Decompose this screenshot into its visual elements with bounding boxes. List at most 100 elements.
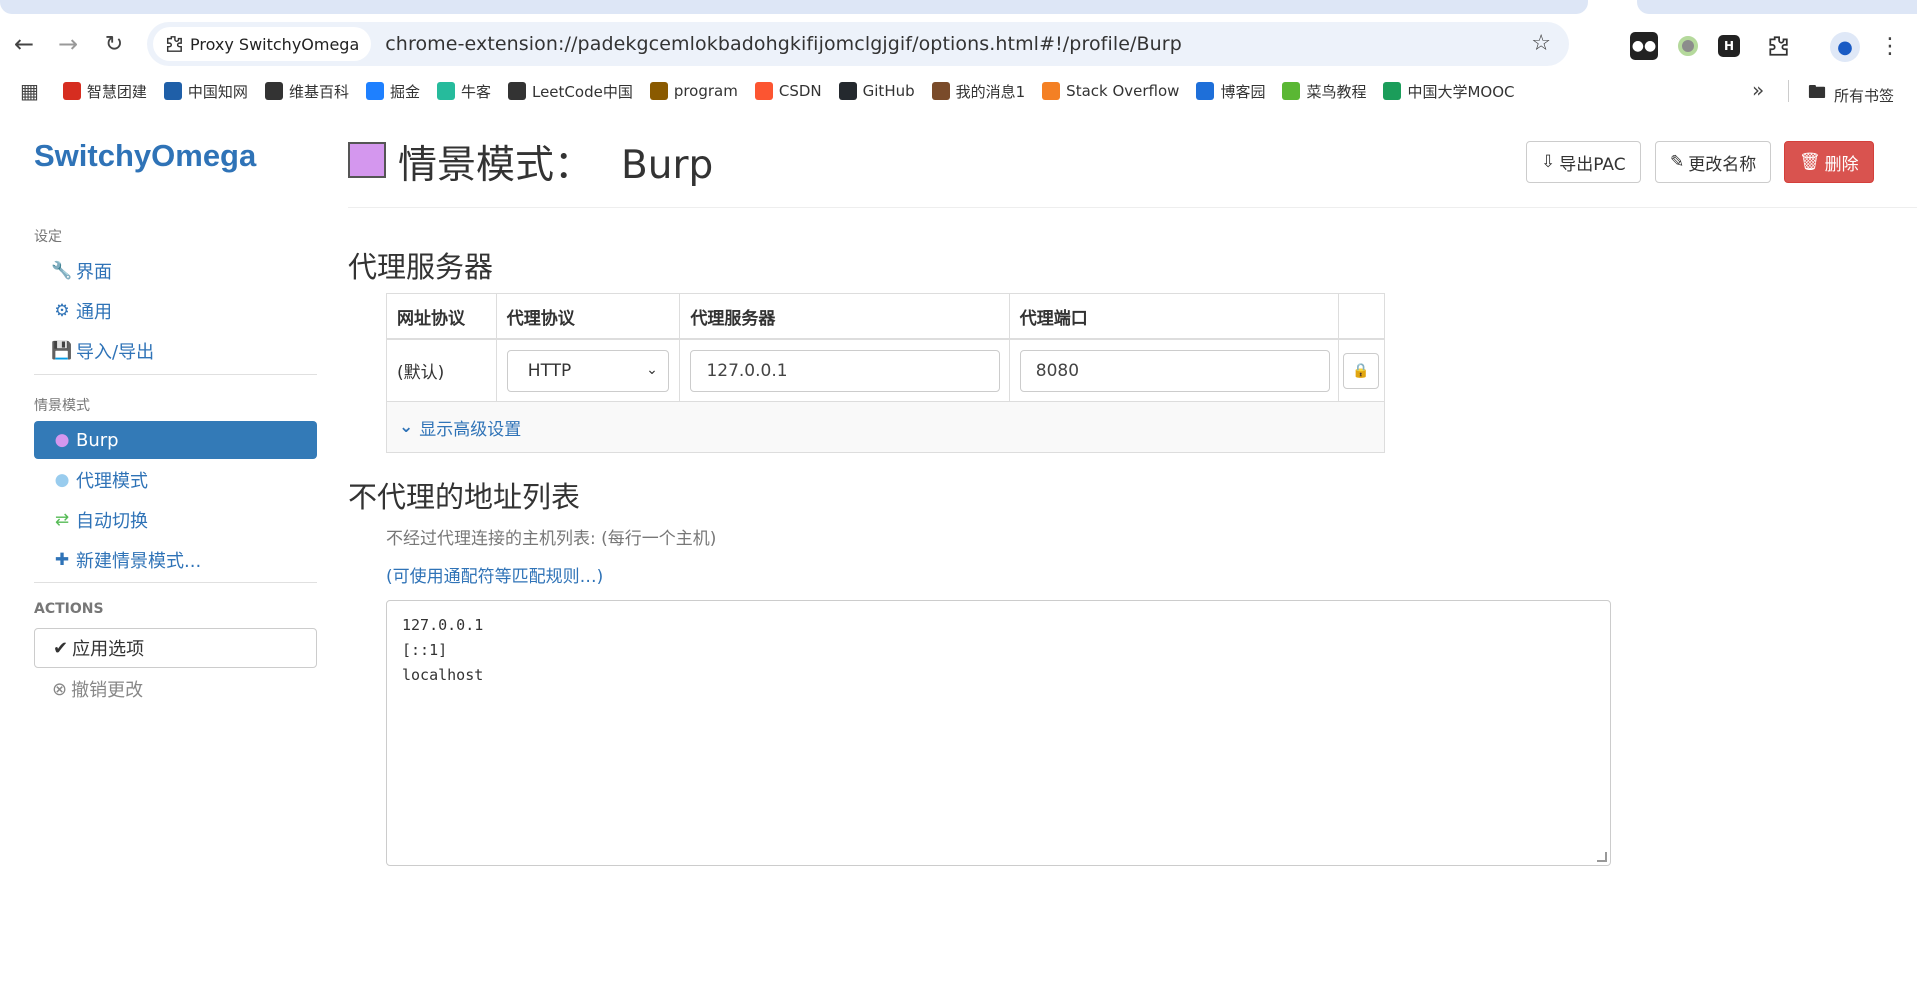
nav-item-new-profile[interactable]: ✚ 新建情景模式... (34, 541, 317, 579)
settings-header: 设定 (34, 229, 62, 245)
profile-avatar-icon[interactable]: ● (1830, 32, 1860, 62)
other-tab[interactable] (1637, 0, 1917, 14)
header-divider (348, 207, 1917, 208)
lock-icon[interactable]: 🔒 (1343, 352, 1380, 389)
apps-grid-icon[interactable]: ▦ (20, 79, 39, 103)
proxy-port-input[interactable]: 8080 (1019, 349, 1330, 392)
resize-handle-icon[interactable] (1597, 852, 1607, 862)
bookmark-item[interactable]: 维基百科 (264, 81, 349, 102)
nav-item-interface[interactable]: 🔧 界面 (34, 252, 317, 290)
page-title: 情景模式： Burp (398, 134, 713, 190)
delete-button[interactable]: 🗑 删除 (1784, 141, 1874, 183)
tab-strip (0, 0, 1917, 14)
brand-logo[interactable]: SwitchyOmega (34, 138, 256, 174)
bookmark-label: 中国知网 (187, 82, 248, 101)
edit-icon: ✎ (1670, 152, 1685, 172)
bypass-list-textarea[interactable]: 127.0.0.1 [::1] localhost (386, 600, 1611, 866)
nav-item-label: 通用 (76, 302, 112, 323)
extension-chip[interactable]: Proxy SwitchyOmega (153, 27, 372, 61)
delete-label: 删除 (1824, 154, 1859, 175)
bookmark-item[interactable]: 我的消息1 (931, 81, 1026, 102)
url-text[interactable]: chrome-extension://padekgcemlokbadohgkif… (385, 33, 1182, 55)
revert-changes-label: 撤销更改 (71, 680, 144, 701)
export-pac-button[interactable]: ⇩ 导出PAC (1526, 141, 1641, 183)
bookmark-label: program (673, 82, 738, 100)
more-bookmarks-icon[interactable]: » (1752, 78, 1764, 102)
table-row: (默认) HTTP ⌄ 127.0.0.1 8080 🔒 (387, 340, 1384, 402)
bookmark-item[interactable]: 掘金 (365, 81, 420, 102)
nav-item-auto-switch[interactable]: ⇄ 自动切换 (34, 501, 317, 539)
nav-item-proxy-mode[interactable]: ● 代理模式 (34, 461, 317, 499)
proxy-table: 网址协议 代理协议 代理服务器 代理端口 (默认) HTTP ⌄ 127.0.0… (386, 293, 1385, 453)
bypass-entry: 127.0.0.1 (402, 616, 484, 634)
proxy-server-input[interactable]: 127.0.0.1 (690, 349, 1001, 392)
actions-header: ACTIONS (34, 601, 104, 617)
bookmark-item[interactable]: 中国大学MOOC (1383, 81, 1515, 102)
bypass-help-text: 不经过代理连接的主机列表: (每行一个主机) (386, 529, 717, 549)
column-header: 网址协议 (387, 294, 497, 338)
bookmark-favicon-icon (1042, 82, 1061, 100)
profile-name: Burp (621, 143, 714, 188)
extension-icon-1[interactable]: ●● (1630, 32, 1658, 60)
bookmark-label: 菜鸟教程 (1306, 82, 1367, 101)
forward-icon[interactable]: → (52, 28, 84, 60)
column-header: 代理协议 (497, 294, 681, 338)
bookmark-label: LeetCode中国 (531, 82, 633, 101)
bookmark-item[interactable]: 博客园 (1196, 81, 1265, 102)
bookmark-item[interactable]: CSDN (754, 82, 822, 100)
menu-kebab-icon[interactable]: ⋮ (1876, 32, 1904, 60)
nav-item-import-export[interactable]: 💾 导入/导出 (34, 332, 317, 370)
extensions-puzzle-icon[interactable] (1764, 32, 1792, 60)
extension-icon-2[interactable] (1674, 32, 1702, 60)
bookmark-item[interactable]: LeetCode中国 (507, 81, 633, 102)
nav-item-general[interactable]: ⚙ 通用 (34, 292, 317, 330)
bookmark-item[interactable]: GitHub (838, 82, 915, 100)
nav-item-label: 界面 (76, 262, 112, 283)
folder-icon: 🖿 (1808, 82, 1826, 103)
bookmark-item[interactable]: Stack Overflow (1042, 82, 1179, 100)
wildcard-rules-link[interactable]: (可使用通配符等匹配规则…) (386, 562, 603, 587)
profiles-header: 情景模式 (34, 398, 90, 414)
bypass-entry: [::1] (402, 641, 448, 659)
bookmark-label: 智慧团建 (86, 82, 147, 101)
bookmark-label: GitHub (862, 82, 915, 100)
all-bookmarks-button[interactable]: 🖿 所有书签 (1808, 80, 1894, 110)
reload-icon[interactable]: ↻ (98, 28, 130, 60)
download-icon: ⇩ (1541, 152, 1556, 172)
chevron-down-icon: ⌄ (399, 417, 414, 437)
advanced-settings-toggle[interactable]: ⌄ 显示高级设置 (387, 402, 1384, 452)
bookmark-star-icon[interactable]: ☆ (1531, 31, 1551, 56)
column-header: 代理端口 (1010, 294, 1340, 338)
sidebar-divider (34, 374, 317, 375)
nav-item-label: 导入/导出 (76, 342, 155, 363)
puzzle-icon (166, 36, 182, 52)
bookmark-item[interactable]: 菜鸟教程 (1282, 81, 1366, 102)
nav-item-label: Burp (76, 429, 119, 451)
active-tab[interactable] (0, 0, 1588, 14)
rename-button[interactable]: ✎ 更改名称 (1655, 141, 1772, 183)
apply-options-button[interactable]: ✔ 应用选项 (34, 628, 317, 668)
all-bookmarks-label: 所有书签 (1834, 86, 1895, 105)
globe-icon: ● (54, 430, 70, 450)
extension-icon-3[interactable]: H (1718, 35, 1740, 57)
bookmark-favicon-icon (838, 82, 857, 100)
revert-changes-button[interactable]: ⊗ 撤销更改 (34, 670, 317, 708)
bookmark-item[interactable]: 智慧团建 (62, 81, 147, 102)
bookmarks-bar: ▦ 智慧团建 中国知网 维基百科 掘金 牛客 LeetCode中国 program CSDN G… (0, 74, 1917, 108)
protocol-select[interactable]: HTTP ⌄ (506, 349, 669, 392)
profile-color-swatch[interactable] (348, 142, 386, 178)
bookmark-item[interactable]: 牛客 (436, 81, 491, 102)
extension-chip-label: Proxy SwitchyOmega (190, 34, 360, 54)
bookmark-item[interactable]: 中国知网 (163, 81, 248, 102)
retweet-icon: ⇄ (54, 510, 70, 530)
close-circle-icon: ⊗ (52, 678, 68, 700)
trash-icon: 🗑 (1799, 152, 1821, 172)
bookmark-favicon-icon (436, 82, 455, 100)
back-icon[interactable]: ← (8, 28, 40, 60)
bookmark-label: 我的消息1 (955, 82, 1026, 101)
bookmark-item[interactable]: program (649, 82, 738, 100)
nav-item-burp[interactable]: ● Burp (34, 421, 317, 459)
address-bar[interactable]: Proxy SwitchyOmega chrome-extension://pa… (147, 22, 1569, 66)
browser-toolbar: ← → ↻ Proxy SwitchyOmega chrome-extensio… (0, 14, 1917, 74)
proxy-servers-title: 代理服务器 (348, 250, 494, 284)
